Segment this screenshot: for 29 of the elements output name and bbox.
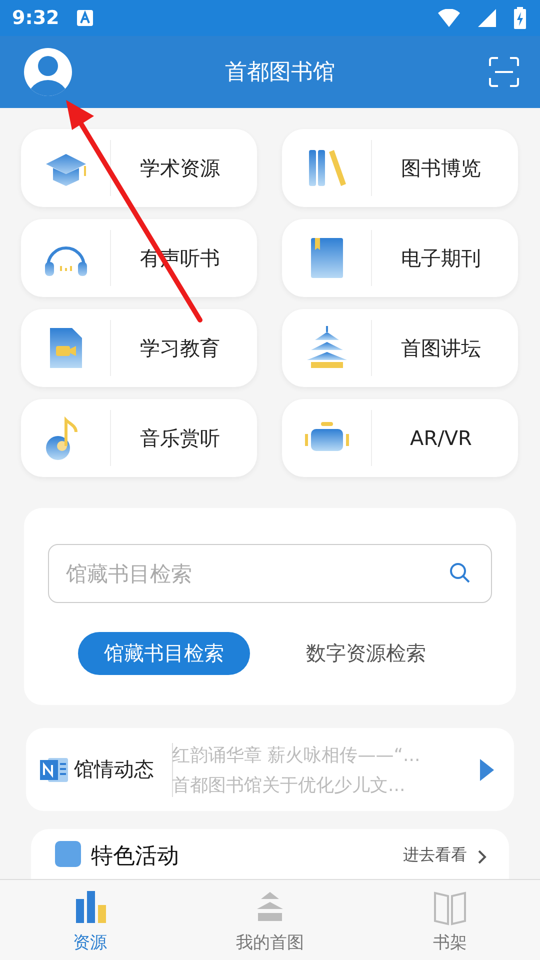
- status-time: 9:32: [12, 7, 60, 29]
- category-tile[interactable]: 学习教育: [21, 309, 257, 387]
- chevron-right-icon[interactable]: [477, 849, 487, 865]
- search-mode-tab[interactable]: 数字资源检索: [280, 632, 452, 675]
- battery-icon: [514, 7, 526, 29]
- category-tile[interactable]: 电子期刊: [282, 219, 518, 297]
- category-tile[interactable]: 首图讲坛: [282, 309, 518, 387]
- square-icon: [55, 841, 81, 867]
- category-tile[interactable]: 音乐赏听: [21, 399, 257, 477]
- signal-icon: [478, 9, 496, 27]
- category-tile[interactable]: AR/VR: [282, 399, 518, 477]
- avatar-icon[interactable]: [24, 48, 72, 96]
- news-title: 馆情动态: [74, 756, 154, 783]
- scan-icon[interactable]: [488, 56, 520, 88]
- search-field[interactable]: 馆藏书目检索: [48, 544, 492, 603]
- notebook-icon: [40, 756, 70, 784]
- bottom-tab[interactable]: 我的首图: [180, 880, 360, 960]
- bottom-tab[interactable]: 资源: [0, 880, 180, 960]
- see-more-link[interactable]: 进去看看: [403, 845, 467, 866]
- featured-title: 特色活动: [91, 843, 180, 871]
- play-arrow-icon[interactable]: [480, 758, 494, 780]
- search-icon[interactable]: [448, 561, 472, 585]
- app-title: 首都图书馆: [225, 59, 335, 87]
- category-tile[interactable]: 图书博览: [282, 129, 518, 207]
- bottom-tab[interactable]: 书架: [360, 880, 540, 960]
- category-tile[interactable]: 学术资源: [21, 129, 257, 207]
- search-mode-tab[interactable]: 馆藏书目检索: [78, 632, 250, 675]
- keyboard-app-icon: [77, 10, 94, 26]
- wifi-icon: [438, 9, 460, 27]
